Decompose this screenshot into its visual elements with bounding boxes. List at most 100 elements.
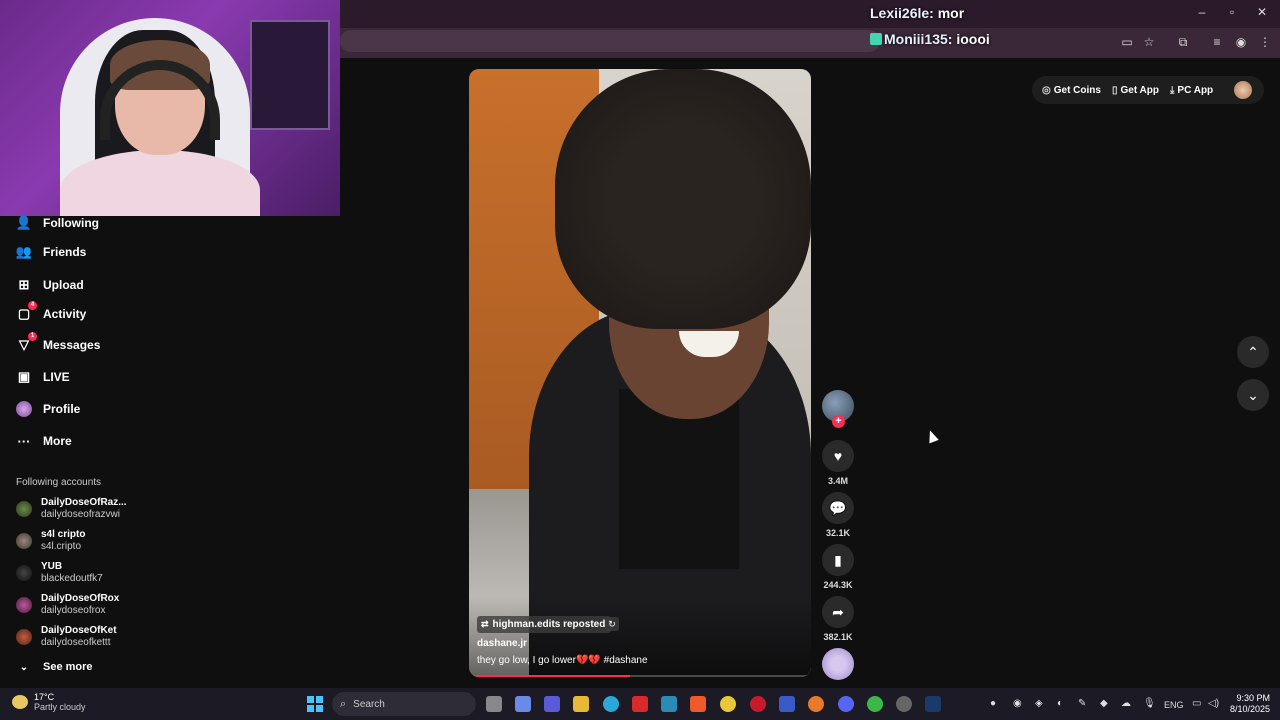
- cast-icon[interactable]: ▭: [1118, 34, 1136, 50]
- messages-icon: ▽ 1: [16, 332, 37, 353]
- save-button[interactable]: ▮: [822, 544, 854, 576]
- following-account[interactable]: DailyDoseOfKet dailydoseofkettt: [16, 623, 117, 651]
- tray-app-icon[interactable]: ✎: [1078, 698, 1086, 709]
- chat-badge-icon: [870, 33, 882, 45]
- media-icon[interactable]: ≡: [1208, 34, 1226, 50]
- tray-app-icon[interactable]: ◉: [1013, 698, 1022, 709]
- profile-icon[interactable]: ◉: [1232, 34, 1250, 50]
- tray-app-icon[interactable]: ☁: [1121, 698, 1131, 709]
- like-button[interactable]: ♥: [822, 440, 854, 472]
- repost-tag[interactable]: ⇄ highman.edits reposted: [477, 616, 612, 633]
- follow-plus-icon[interactable]: +: [832, 415, 845, 428]
- volume-icon[interactable]: ◁): [1208, 698, 1219, 709]
- see-more-button[interactable]: ⌄ See more: [16, 656, 93, 678]
- video-player[interactable]: ⇄ highman.edits reposted ↻ dashane.jr the…: [469, 69, 811, 677]
- launcher-icon[interactable]: [779, 696, 795, 712]
- address-bar[interactable]: [340, 30, 880, 52]
- close-icon[interactable]: ✕: [1252, 4, 1272, 20]
- get-app-label: Get App: [1120, 84, 1159, 96]
- repost-undo-icon[interactable]: ↻: [605, 617, 619, 631]
- task-view-icon[interactable]: [486, 696, 502, 712]
- microphone-icon[interactable]: 🎙: [1143, 698, 1156, 709]
- discord-icon[interactable]: [838, 696, 854, 712]
- video-caption: they go low, I go lower💔💔 #dashane: [477, 655, 648, 666]
- heart-icon: ♥: [833, 448, 843, 464]
- sidebar-item-upload[interactable]: ⊞ Upload: [16, 274, 84, 296]
- video-author[interactable]: dashane.jr: [477, 638, 527, 649]
- see-more-label: See more: [43, 661, 93, 673]
- chevron-down-icon: ⌄: [1247, 386, 1259, 403]
- account-name: DailyDoseOfRox: [41, 593, 120, 604]
- sidebar-item-label: Friends: [43, 245, 87, 259]
- phone-icon: ▯: [1111, 84, 1118, 96]
- maximize-icon[interactable]: ▫: [1222, 4, 1242, 20]
- firefox-icon[interactable]: [808, 696, 824, 712]
- chrome-icon[interactable]: [720, 696, 736, 712]
- chevron-down-icon: ⌄: [19, 661, 29, 673]
- sidebar-item-label: Messages: [43, 338, 101, 352]
- following-account[interactable]: DailyDoseOfRox dailydoseofrox: [16, 591, 119, 619]
- edge-icon[interactable]: [603, 696, 619, 712]
- avatar: [16, 629, 32, 645]
- netflix-icon[interactable]: [632, 696, 648, 712]
- sidebar-item-friends[interactable]: 👥 Friends: [16, 241, 86, 263]
- taskbar-search[interactable]: ⌕ Search: [332, 692, 476, 716]
- start-button[interactable]: [307, 696, 323, 712]
- previous-video-button[interactable]: ⌃: [1237, 336, 1269, 368]
- browser-menu-icon[interactable]: ⋮: [1256, 34, 1274, 50]
- steam-icon[interactable]: [925, 696, 941, 712]
- next-video-button[interactable]: ⌄: [1237, 379, 1269, 411]
- following-account[interactable]: YUB blackedoutfk7: [16, 559, 103, 587]
- chat-username: Moniii135: [884, 31, 948, 47]
- user-avatar[interactable]: [1234, 81, 1252, 99]
- sidebar-item-live[interactable]: ▣ LIVE: [16, 366, 70, 388]
- comment-icon: 💬: [829, 499, 847, 516]
- file-explorer-icon[interactable]: [573, 696, 589, 712]
- network-icon[interactable]: ▭: [1192, 698, 1201, 709]
- system-clock[interactable]: 9:30 PM 8/10/2025: [1224, 693, 1270, 715]
- bookmark-star-icon[interactable]: ☆: [1140, 34, 1158, 50]
- clock-date: 8/10/2025: [1229, 704, 1270, 714]
- sidebar-item-following[interactable]: 👤 Following: [16, 212, 99, 234]
- share-button[interactable]: ➦: [822, 596, 854, 628]
- chrome-active-icon[interactable]: [867, 696, 883, 712]
- brave-icon[interactable]: [690, 696, 706, 712]
- comment-button[interactable]: 💬: [822, 492, 854, 524]
- sidebar-item-messages[interactable]: ▽ 1 Messages: [16, 332, 101, 356]
- account-handle: dailydoseofrox: [41, 605, 106, 616]
- minimize-icon[interactable]: –: [1192, 4, 1212, 20]
- following-account[interactable]: DailyDoseOfRaz... dailydoseofrazvwi: [16, 495, 127, 523]
- sidebar-item-profile[interactable]: Profile: [16, 398, 80, 420]
- repost-label: highman.edits reposted: [492, 619, 606, 630]
- upload-icon: ⊞: [18, 277, 30, 292]
- weather-icon: [12, 695, 28, 709]
- opera-icon[interactable]: [750, 696, 766, 712]
- tray-app-icon[interactable]: ●: [990, 698, 996, 709]
- coin-icon: ◎: [1042, 84, 1051, 96]
- following-account[interactable]: s4l cripto s4l.cripto: [16, 527, 85, 555]
- video-progress-bar[interactable]: [469, 675, 811, 677]
- sidebar-item-more[interactable]: ··· More: [16, 430, 72, 452]
- language-indicator[interactable]: ENG: [1164, 700, 1184, 710]
- teams-icon[interactable]: [544, 696, 560, 712]
- chat-message: Lexii26le: mor: [870, 5, 965, 21]
- obs-icon[interactable]: [896, 696, 912, 712]
- tray-app-icon[interactable]: ◆: [1100, 698, 1108, 709]
- chat-text: mor: [937, 5, 965, 21]
- account-name: DailyDoseOfRaz...: [41, 497, 127, 508]
- weather-widget[interactable]: 17°C Partly cloudy: [12, 692, 86, 712]
- tray-app-icon[interactable]: ◈: [1035, 698, 1043, 709]
- pc-app-button[interactable]: ⤓ PC App: [1170, 85, 1213, 96]
- more-icon: ···: [17, 433, 31, 449]
- search-placeholder: Search: [353, 698, 385, 710]
- store-icon[interactable]: [661, 696, 677, 712]
- music-disc-icon[interactable]: [822, 648, 854, 680]
- tray-app-icon[interactable]: ◐: [1057, 698, 1063, 709]
- notification-badge: 4: [28, 301, 37, 310]
- get-coins-button[interactable]: ◎ Get Coins: [1042, 85, 1101, 96]
- copilot-icon[interactable]: [515, 696, 531, 712]
- get-app-button[interactable]: ▯ Get App: [1112, 85, 1159, 96]
- sidebar-item-activity[interactable]: ▢ 4 Activity: [16, 301, 86, 325]
- share-count: 382.1K: [823, 632, 853, 642]
- extensions-icon[interactable]: ⧉: [1174, 34, 1192, 50]
